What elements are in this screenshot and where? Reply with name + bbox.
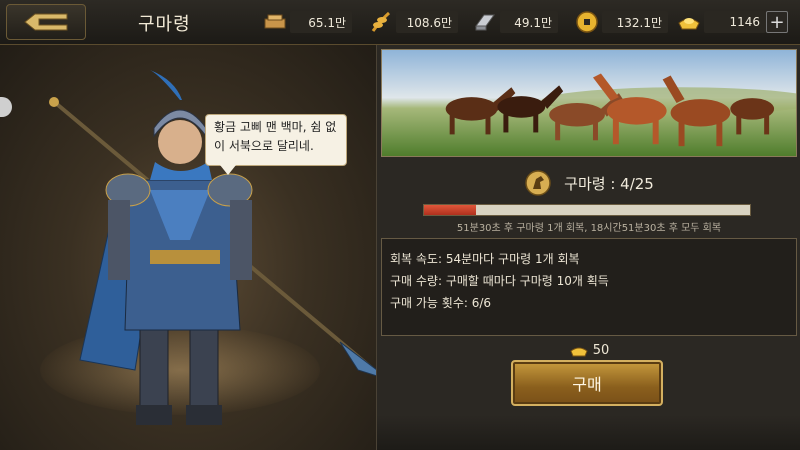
buy-button[interactable]: 구매	[511, 360, 663, 406]
iron-icon	[475, 14, 495, 31]
resource-value: 108.6만	[396, 11, 458, 33]
hero-speech-bubble: 황금 고삐 맨 백마, 쉼 없이 서북으로 달리네.	[205, 114, 347, 175]
resource-ration: 65.1만	[262, 9, 352, 35]
recovery-progress-fill	[424, 205, 477, 215]
token-count-label: 구마령 : 4/25	[564, 174, 654, 193]
page-title: 구마령	[138, 14, 191, 35]
resource-value: 49.1만	[500, 11, 558, 33]
gold-ingot-icon	[678, 18, 700, 30]
token-count-row: 구마령 : 4/25	[377, 167, 800, 199]
resource-iron: 49.1만	[472, 9, 558, 35]
resource-value: 65.1만	[290, 11, 352, 33]
recovery-time-text: 51분30초 후 구마령 1개 회복, 18시간51분30초 후 모두 회복	[456, 223, 722, 234]
resource-value: 132.1만	[602, 11, 668, 33]
info-line-purchase-limit: 구매 가능 횟수: 6/6	[390, 296, 492, 310]
info-line-recovery-speed: 회복 속도: 54분마다 구마령 1개 회복	[390, 252, 580, 266]
resource-grain: 108.6만	[368, 9, 458, 35]
top-bar: 구마령 65.1만 108.6만 49.1만 132.1만 1146 +	[0, 0, 800, 45]
horse-token-icon	[525, 170, 551, 196]
cost-row: 50	[377, 340, 800, 360]
info-box: 회복 속도: 54분마다 구마령 1개 회복 구매 수량: 구매할 때마다 구마…	[381, 238, 797, 336]
gold-ingot-icon	[570, 347, 588, 357]
resource-value: 1146	[704, 11, 766, 33]
recovery-progress-bar	[423, 204, 751, 216]
ration-icon	[264, 14, 286, 29]
side-expand-button[interactable]	[0, 97, 12, 117]
resource-gold-ingot: 1146	[676, 9, 766, 35]
bottom-shade	[377, 415, 800, 450]
hero-panel: 황금 고삐 맨 백마, 쉼 없이 서북으로 달리네.	[0, 45, 391, 450]
back-button[interactable]	[6, 4, 86, 40]
add-gold-button[interactable]: +	[766, 11, 788, 33]
info-line-purchase-amount: 구매 수량: 구매할 때마다 구마령 10개 획득	[390, 274, 609, 288]
cost-value: 50	[592, 342, 610, 358]
back-arrow-icon	[24, 13, 68, 31]
resource-coin: 132.1만	[574, 9, 668, 35]
purchase-panel: 구마령 : 4/25 51분30초 후 구마령 1개 회복, 18시간51분30…	[376, 45, 800, 450]
horses-banner-image	[381, 49, 797, 157]
grain-icon	[371, 11, 390, 32]
coin-icon	[576, 11, 598, 33]
